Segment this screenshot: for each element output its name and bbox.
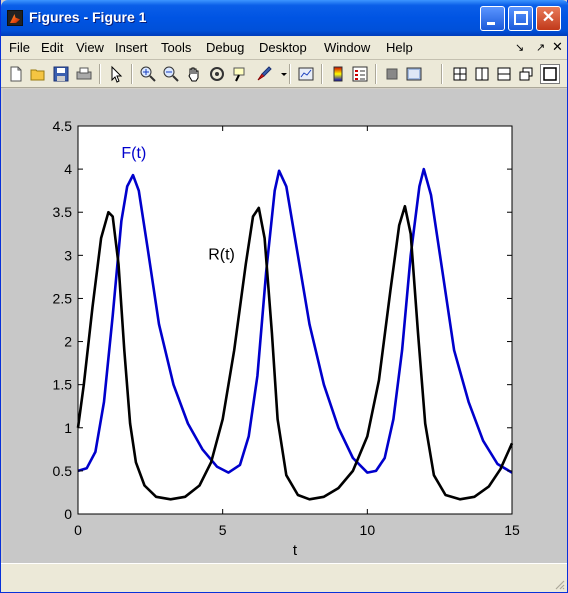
y-tick-label: 4	[64, 161, 72, 177]
open-folder-icon[interactable]	[29, 65, 47, 83]
matlab-logo-icon	[7, 10, 23, 26]
menu-desktop[interactable]: Desktop	[259, 40, 307, 55]
title-bar[interactable]: Figures - Figure 1 ✕	[1, 0, 568, 36]
plot-svg[interactable]: 0 0.5 1 1.5 2 2.5 3 3.5 4 4.5 0 5 10 15 t F(t) R(t)	[3, 89, 567, 563]
toolbar-separator	[289, 64, 291, 84]
close-button[interactable]: ✕	[536, 6, 561, 31]
show-plot-tools-icon[interactable]	[405, 65, 423, 83]
y-tick-label: 4.5	[53, 118, 73, 134]
menu-tools[interactable]: Tools	[161, 40, 191, 55]
colorbar-icon[interactable]	[329, 65, 347, 83]
zoom-in-icon[interactable]	[139, 65, 157, 83]
new-file-icon[interactable]	[7, 65, 25, 83]
print-icon[interactable]	[75, 65, 93, 83]
float-icon[interactable]	[517, 65, 535, 83]
y-tick-label: 2	[64, 334, 72, 350]
minimize-icon	[487, 22, 495, 25]
figure-canvas: 0 0.5 1 1.5 2 2.5 3 3.5 4 4.5 0 5 10 15 t F(t) R(t)	[3, 89, 567, 563]
plot-area	[78, 126, 512, 514]
data-cursor-icon[interactable]	[231, 65, 249, 83]
undock-icon[interactable]: ↗	[536, 41, 545, 54]
pointer-icon[interactable]	[107, 65, 125, 83]
y-tick-label: 3	[64, 247, 72, 263]
y-tick-label: 0	[64, 506, 72, 522]
toolbar-separator	[441, 64, 443, 84]
resize-grip-icon[interactable]	[553, 578, 565, 590]
r-annotation: R(t)	[208, 247, 235, 264]
x-tick-label: 15	[504, 522, 520, 538]
window-title: Figures - Figure 1	[29, 9, 147, 25]
tile-grid-icon[interactable]	[451, 65, 469, 83]
minimize-button[interactable]	[480, 6, 505, 31]
pan-icon[interactable]	[185, 65, 203, 83]
x-tick-label: 10	[360, 522, 376, 538]
x-tick-label: 5	[219, 522, 227, 538]
menu-bar: File Edit View Insert Tools Debug Deskto…	[1, 36, 567, 60]
dock-icon[interactable]: ↘	[515, 41, 524, 54]
menu-debug[interactable]: Debug	[206, 40, 244, 55]
status-bar	[1, 563, 567, 592]
figure-window: Figures - Figure 1 ✕ File Edit View Inse…	[0, 0, 568, 593]
y-tick-label: 1	[64, 420, 72, 436]
rotate-3d-icon[interactable]	[208, 65, 226, 83]
menu-window[interactable]: Window	[324, 40, 370, 55]
y-tick-label: 3.5	[53, 204, 73, 220]
maximize-icon[interactable]	[540, 64, 560, 84]
y-tick-label: 1.5	[53, 377, 73, 393]
tile-columns-icon[interactable]	[473, 65, 491, 83]
toolbar-separator	[375, 64, 377, 84]
menu-insert[interactable]: Insert	[115, 40, 148, 55]
menu-file[interactable]: File	[9, 40, 30, 55]
f-annotation: F(t)	[121, 145, 146, 162]
maximize-button[interactable]	[508, 6, 533, 31]
close-figure-icon[interactable]: ✕	[552, 39, 563, 55]
menu-help[interactable]: Help	[386, 40, 413, 55]
close-icon: ✕	[541, 9, 556, 26]
x-tick-label: 0	[74, 522, 82, 538]
link-plot-icon[interactable]	[297, 65, 315, 83]
toolbar-separator	[131, 64, 133, 84]
maximize-icon	[514, 11, 528, 25]
zoom-out-icon[interactable]	[162, 65, 180, 83]
y-tick-label: 0.5	[53, 463, 73, 479]
hide-plot-tools-icon[interactable]	[383, 65, 401, 83]
y-tick-label: 2.5	[53, 290, 73, 306]
toolbar-separator	[321, 64, 323, 84]
legend-icon[interactable]	[351, 65, 369, 83]
save-icon[interactable]	[52, 65, 70, 83]
menu-edit[interactable]: Edit	[41, 40, 63, 55]
tile-rows-icon[interactable]	[495, 65, 513, 83]
brush-dropdown-icon[interactable]	[275, 65, 287, 83]
menu-view[interactable]: View	[76, 40, 104, 55]
toolbar-separator	[99, 64, 101, 84]
x-axis-label: t	[293, 542, 298, 559]
figure-toolbar	[1, 60, 567, 88]
brush-icon[interactable]	[255, 65, 273, 83]
